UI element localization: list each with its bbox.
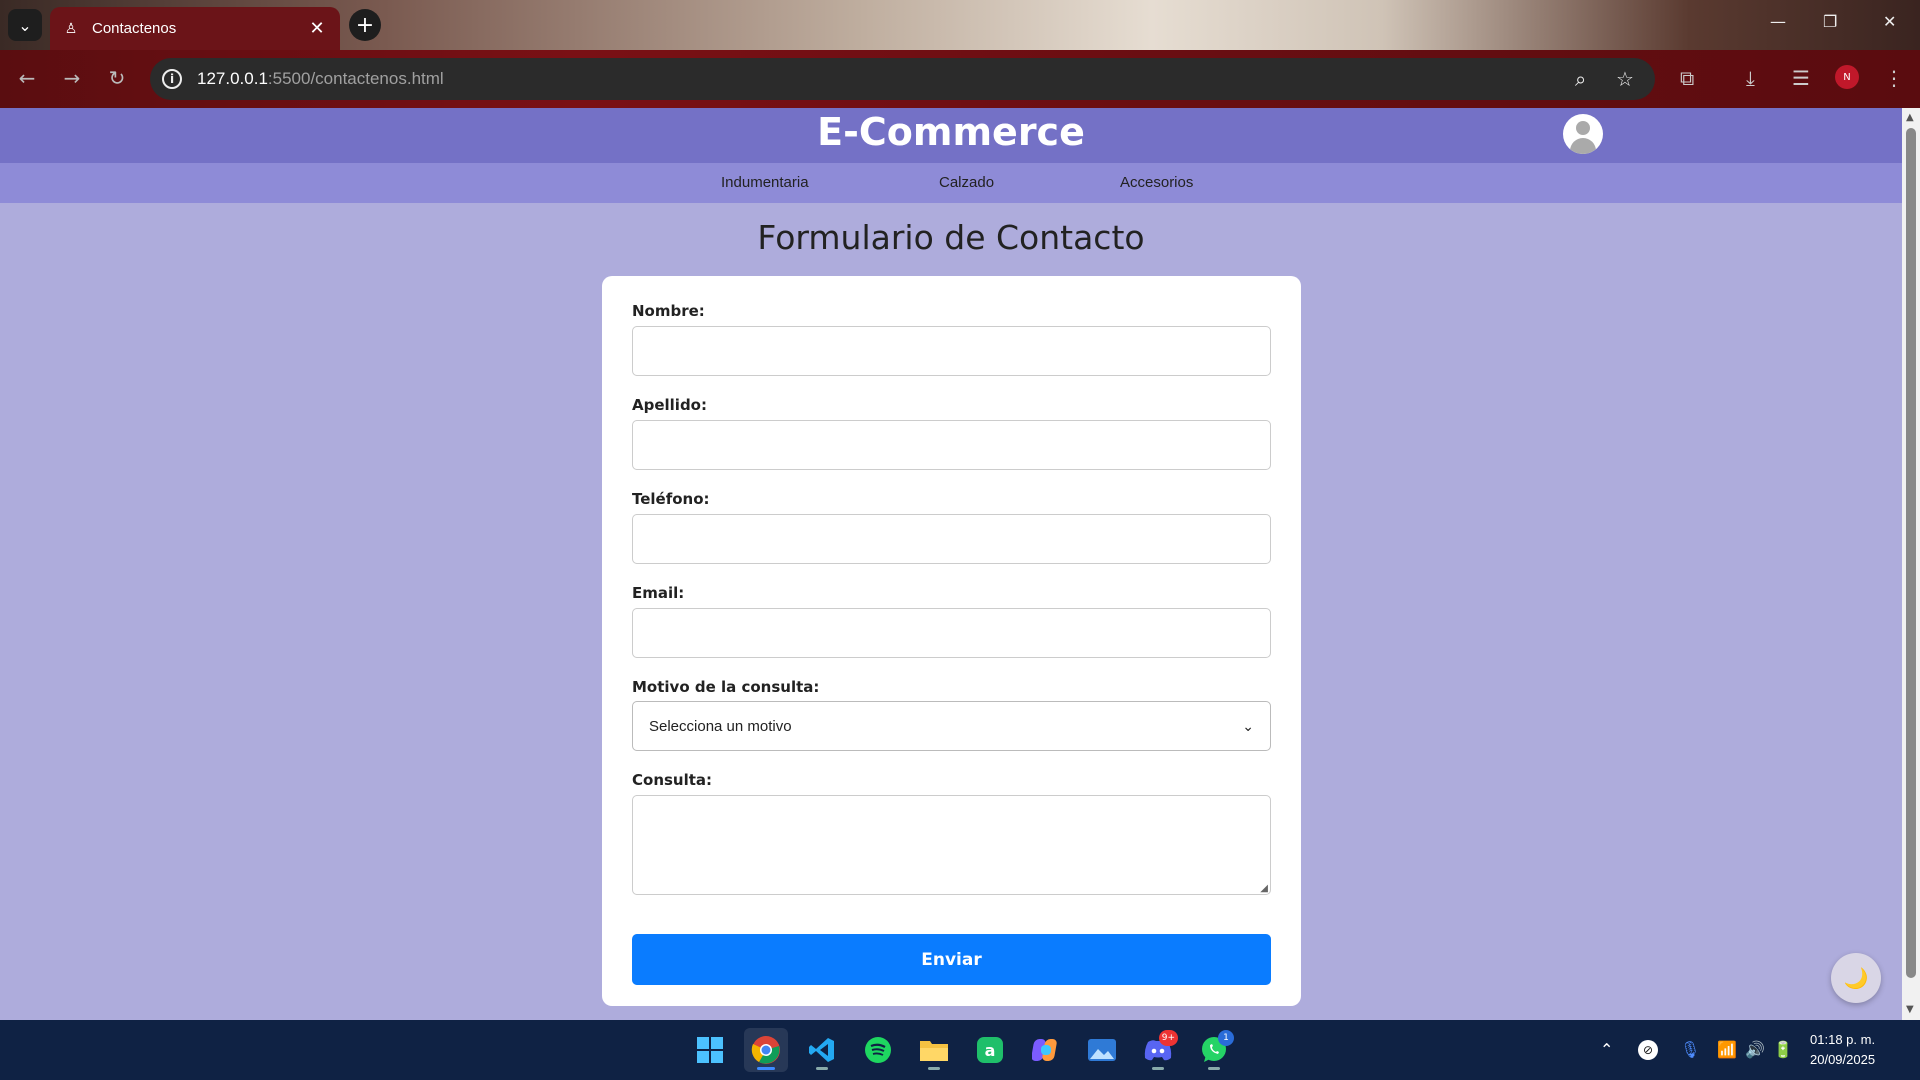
- spotify-logo-svg: [865, 1037, 891, 1063]
- nombre-label: Nombre:: [632, 302, 705, 320]
- whatsapp-badge: 1: [1218, 1030, 1234, 1046]
- reload-icon[interactable]: ↻: [104, 66, 130, 90]
- user-avatar-icon[interactable]: [1563, 114, 1603, 154]
- address-bar[interactable]: i 127.0.0.1:5500/contactenos.html ⌕ ☆: [150, 58, 1655, 100]
- scrollbar-thumb[interactable]: [1906, 128, 1916, 978]
- site-nav: Indumentaria Calzado Accesorios: [0, 163, 1902, 203]
- url-host: 127.0.0.1: [197, 69, 268, 88]
- start-icon[interactable]: [688, 1028, 732, 1072]
- nav-link-calzado[interactable]: Calzado: [939, 174, 994, 191]
- bookmark-star-icon[interactable]: ☆: [1616, 67, 1634, 91]
- extensions-icon[interactable]: ⧉: [1680, 66, 1694, 90]
- browser-tabstrip: ⌄ ♙ Contactenos ✕ + — ❐ ✕: [0, 0, 1920, 50]
- consulta-textarea[interactable]: ◢: [632, 795, 1271, 895]
- menu-icon[interactable]: ⋮: [1884, 66, 1904, 90]
- running-indicator: [1208, 1067, 1220, 1070]
- apellido-label: Apellido:: [632, 396, 707, 414]
- minimize-button[interactable]: —: [1770, 12, 1786, 31]
- avatar-head: [1576, 121, 1590, 135]
- resize-handle-icon[interactable]: ◢: [1260, 883, 1268, 894]
- browser-tab-active[interactable]: ♙ Contactenos ✕: [50, 7, 340, 50]
- nav-link-indumentaria[interactable]: Indumentaria: [721, 174, 809, 191]
- moon-icon[interactable]: 🌙: [1831, 953, 1881, 1003]
- chrome-logo-svg: [751, 1036, 780, 1064]
- email-input[interactable]: [632, 608, 1271, 658]
- running-indicator: [1152, 1067, 1164, 1070]
- profile-avatar-icon[interactable]: N: [1835, 65, 1859, 89]
- windows-logo-svg: [697, 1037, 723, 1063]
- page-viewport: E-Commerce Indumentaria Calzado Accesori…: [0, 108, 1902, 1020]
- clock-time: 01:18 p. m.: [1810, 1032, 1876, 1047]
- form-title: Formulario de Contacto: [757, 218, 1145, 257]
- motivo-select[interactable]: Selecciona un motivo ⌄: [632, 701, 1271, 751]
- site-header: E-Commerce: [0, 108, 1902, 163]
- consulta-label: Consulta:: [632, 771, 713, 789]
- running-indicator: [928, 1067, 940, 1070]
- close-tab-icon[interactable]: ✕: [306, 18, 328, 39]
- svg-text:a: a: [985, 1041, 996, 1060]
- zoom-icon[interactable]: ⌕: [1575, 67, 1586, 91]
- copilot-svg: [1032, 1039, 1057, 1061]
- browser-toolbar: ← → ↻ i 127.0.0.1:5500/contactenos.html …: [0, 50, 1920, 108]
- close-window-button[interactable]: ✕: [1883, 12, 1896, 31]
- nav-link-accesorios[interactable]: Accesorios: [1120, 174, 1193, 191]
- file-explorer-icon[interactable]: [912, 1028, 956, 1072]
- tab-title: Contactenos: [92, 20, 177, 37]
- back-icon[interactable]: ←: [14, 66, 40, 90]
- url-text: 127.0.0.1:5500/contactenos.html: [197, 69, 444, 89]
- discord-icon[interactable]: 9+: [1136, 1028, 1180, 1072]
- reading-list-icon[interactable]: ☰: [1792, 66, 1810, 90]
- new-tab-button[interactable]: +: [349, 9, 381, 41]
- telefono-label: Teléfono:: [632, 490, 710, 508]
- active-indicator: [757, 1067, 775, 1070]
- motivo-label: Motivo de la consulta:: [632, 678, 820, 696]
- whatsapp-icon[interactable]: 1: [1192, 1028, 1236, 1072]
- contact-form-card: Nombre: Apellido: Teléfono: Email: Motiv…: [602, 276, 1301, 1006]
- site-info-icon[interactable]: i: [162, 69, 182, 89]
- email-label: Email:: [632, 584, 685, 602]
- vscode-logo-svg: [809, 1038, 834, 1062]
- tray-app-icon[interactable]: ⊘: [1638, 1040, 1658, 1060]
- photos-svg: [1088, 1039, 1116, 1061]
- site-title[interactable]: E-Commerce: [0, 110, 1902, 154]
- app-a-svg: a: [977, 1037, 1003, 1063]
- person-icon: ♙: [64, 20, 78, 37]
- clock-date: 20/09/2025: [1810, 1052, 1876, 1067]
- page-scrollbar[interactable]: ▲ ▼: [1902, 108, 1920, 1020]
- chrome-icon[interactable]: [744, 1028, 788, 1072]
- discord-badge: 9+: [1158, 1030, 1178, 1046]
- forward-icon[interactable]: →: [59, 66, 85, 90]
- tab-search-button[interactable]: ⌄: [8, 9, 42, 41]
- telefono-input[interactable]: [632, 514, 1271, 564]
- microphone-icon[interactable]: 🎙: [1680, 1040, 1700, 1059]
- url-path: :5500/contactenos.html: [267, 69, 444, 88]
- copilot-icon[interactable]: [1024, 1028, 1068, 1072]
- motivo-selected-value: Selecciona un motivo: [649, 717, 792, 735]
- running-indicator: [816, 1067, 828, 1070]
- vscode-icon[interactable]: [800, 1028, 844, 1072]
- volume-icon[interactable]: 🔊: [1745, 1040, 1765, 1059]
- battery-icon[interactable]: 🔋: [1773, 1040, 1793, 1059]
- submit-button[interactable]: Enviar: [632, 934, 1271, 985]
- windows-taskbar: a 9+ 1 ⌃ ⊘ 🎙 📶 🔊 🔋 01:18 p. m. 20/09/202…: [0, 1020, 1920, 1080]
- restore-button[interactable]: ❐: [1823, 12, 1837, 31]
- spotify-icon[interactable]: [856, 1028, 900, 1072]
- folder-svg: [920, 1041, 948, 1061]
- download-icon[interactable]: ⤓: [1746, 66, 1755, 90]
- apellido-input[interactable]: [632, 420, 1271, 470]
- nombre-input[interactable]: [632, 326, 1271, 376]
- scroll-up-icon[interactable]: ▲: [1906, 112, 1914, 123]
- avatar-body: [1570, 138, 1596, 154]
- wifi-icon[interactable]: 📶: [1717, 1040, 1737, 1059]
- taskbar-clock[interactable]: 01:18 p. m. 20/09/2025: [1810, 1030, 1875, 1070]
- show-hidden-icons-icon[interactable]: ⌃: [1600, 1040, 1613, 1059]
- photos-icon[interactable]: [1080, 1028, 1124, 1072]
- app-a-icon[interactable]: a: [968, 1028, 1012, 1072]
- chevron-down-icon: ⌄: [1242, 717, 1254, 734]
- scroll-down-icon[interactable]: ▼: [1906, 1004, 1914, 1015]
